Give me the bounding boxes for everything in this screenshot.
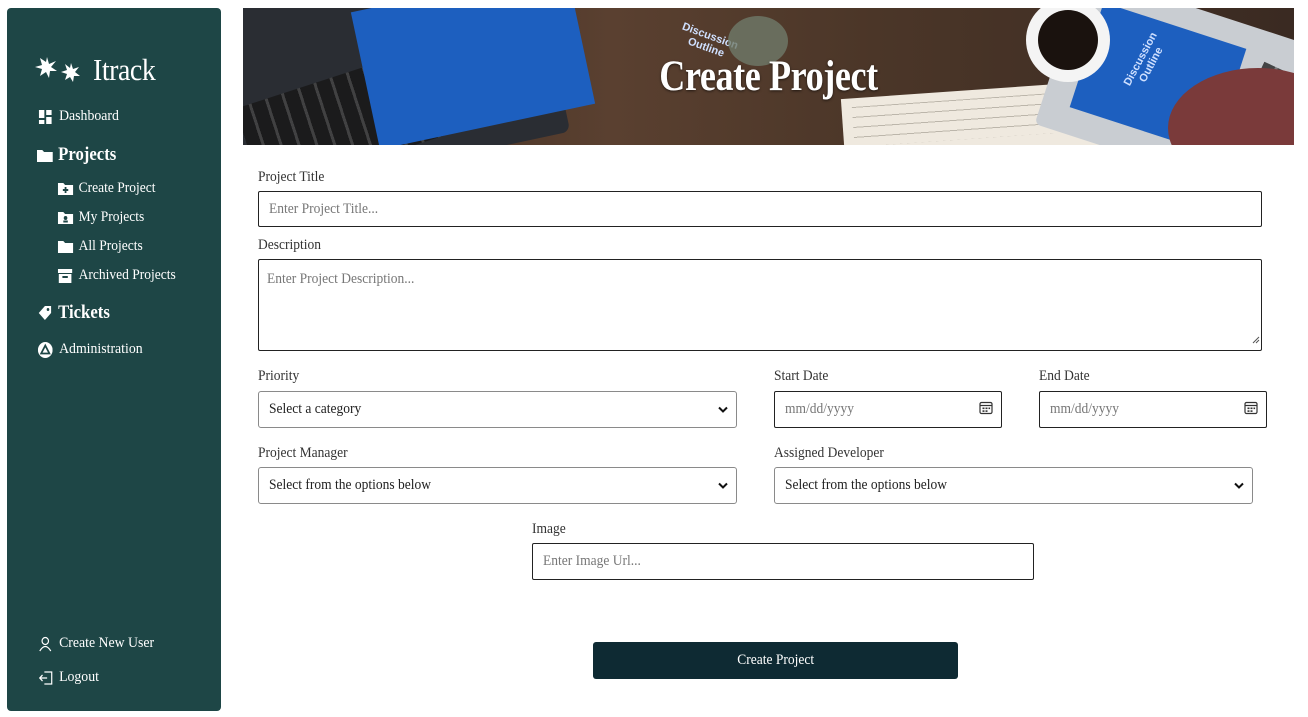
- sidebar-item-archived-projects[interactable]: Archived Projects: [57, 267, 176, 284]
- sidebar-item-label: Dashboard: [59, 108, 119, 124]
- chevron-down-icon: [718, 477, 728, 494]
- folder-icon: [57, 240, 73, 253]
- calendar-icon[interactable]: [1244, 400, 1258, 419]
- project-manager-label: Project Manager: [258, 445, 348, 461]
- folder-open-icon: [37, 148, 53, 162]
- image-url-input[interactable]: Enter Image Url...: [532, 543, 1034, 580]
- image-label: Image: [532, 521, 566, 537]
- user-icon: [37, 636, 54, 652]
- brand-name: Itrack: [93, 52, 156, 87]
- sidebar-item-dashboard[interactable]: Dashboard: [37, 108, 119, 125]
- sidebar-item-create-project[interactable]: Create Project: [57, 180, 155, 197]
- logout-icon: [37, 670, 54, 685]
- sidebar-item-label: Create Project: [78, 180, 156, 196]
- folder-user-icon: [57, 211, 73, 224]
- sidebar-item-label: Administration: [59, 341, 143, 357]
- start-date-label: Start Date: [774, 368, 829, 384]
- sidebar-item-label: Create New User: [59, 635, 155, 651]
- project-title-label: Project Title: [258, 169, 325, 185]
- project-manager-selected-value: Select from the options below: [269, 477, 431, 493]
- sidebar-item-projects[interactable]: Projects: [37, 144, 116, 166]
- end-date-input[interactable]: mm/dd/yyyy: [1039, 391, 1267, 428]
- sidebar-item-label: Logout: [59, 669, 99, 685]
- calendar-icon[interactable]: [979, 400, 993, 419]
- end-date-label: End Date: [1039, 368, 1090, 384]
- asterisk-logo-icon: [35, 55, 87, 85]
- chevron-down-icon: [718, 401, 728, 418]
- start-date-input[interactable]: mm/dd/yyyy: [774, 391, 1002, 428]
- assigned-developer-label: Assigned Developer: [774, 445, 884, 461]
- archive-icon: [57, 268, 73, 283]
- chevron-down-icon: [1234, 477, 1244, 494]
- page-title: Create Project: [659, 53, 878, 100]
- end-date-placeholder: mm/dd/yyyy: [1050, 401, 1120, 417]
- sidebar: Itrack Dashboard Projects Create Project…: [7, 8, 221, 711]
- sidebar-item-label: All Projects: [78, 238, 143, 254]
- project-title-placeholder: Enter Project Title...: [269, 200, 379, 217]
- create-project-button-label: Create Project: [737, 652, 814, 668]
- sidebar-item-label: Projects: [58, 144, 117, 165]
- sidebar-item-tickets[interactable]: Tickets: [37, 302, 110, 324]
- description-label: Description: [258, 237, 321, 253]
- sidebar-item-label: Archived Projects: [78, 267, 176, 283]
- sidebar-item-administration[interactable]: Administration: [37, 341, 143, 358]
- priority-label: Priority: [258, 368, 300, 384]
- sidebar-item-label: My Projects: [78, 209, 145, 225]
- description-placeholder: Enter Project Description...: [267, 271, 415, 287]
- image-url-placeholder: Enter Image Url...: [543, 553, 641, 569]
- description-textarea[interactable]: Enter Project Description...: [258, 259, 1262, 351]
- sidebar-item-create-new-user[interactable]: Create New User: [37, 635, 154, 652]
- resize-handle-icon[interactable]: [1252, 332, 1260, 349]
- sidebar-item-label: Tickets: [58, 302, 110, 323]
- priority-selected-value: Select a category: [269, 401, 362, 417]
- create-project-button[interactable]: Create Project: [593, 642, 958, 679]
- tag-icon: [37, 305, 53, 321]
- start-date-placeholder: mm/dd/yyyy: [785, 401, 855, 417]
- triangle-circle-icon: [37, 341, 54, 358]
- priority-select[interactable]: Select a category: [258, 391, 737, 428]
- sidebar-item-my-projects[interactable]: My Projects: [57, 209, 144, 226]
- assigned-developer-select[interactable]: Select from the options below: [774, 467, 1253, 504]
- brand[interactable]: Itrack: [35, 52, 162, 88]
- sidebar-item-all-projects[interactable]: All Projects: [57, 238, 143, 255]
- sidebar-item-logout[interactable]: Logout: [37, 669, 99, 686]
- project-title-input[interactable]: Enter Project Title...: [258, 191, 1262, 227]
- dashboard-grid-icon: [37, 109, 54, 124]
- folder-plus-icon: [57, 182, 73, 195]
- header-banner: Discussion Outline Discussion Outline Cr…: [243, 8, 1294, 145]
- assigned-developer-selected-value: Select from the options below: [785, 477, 947, 493]
- project-manager-select[interactable]: Select from the options below: [258, 467, 737, 504]
